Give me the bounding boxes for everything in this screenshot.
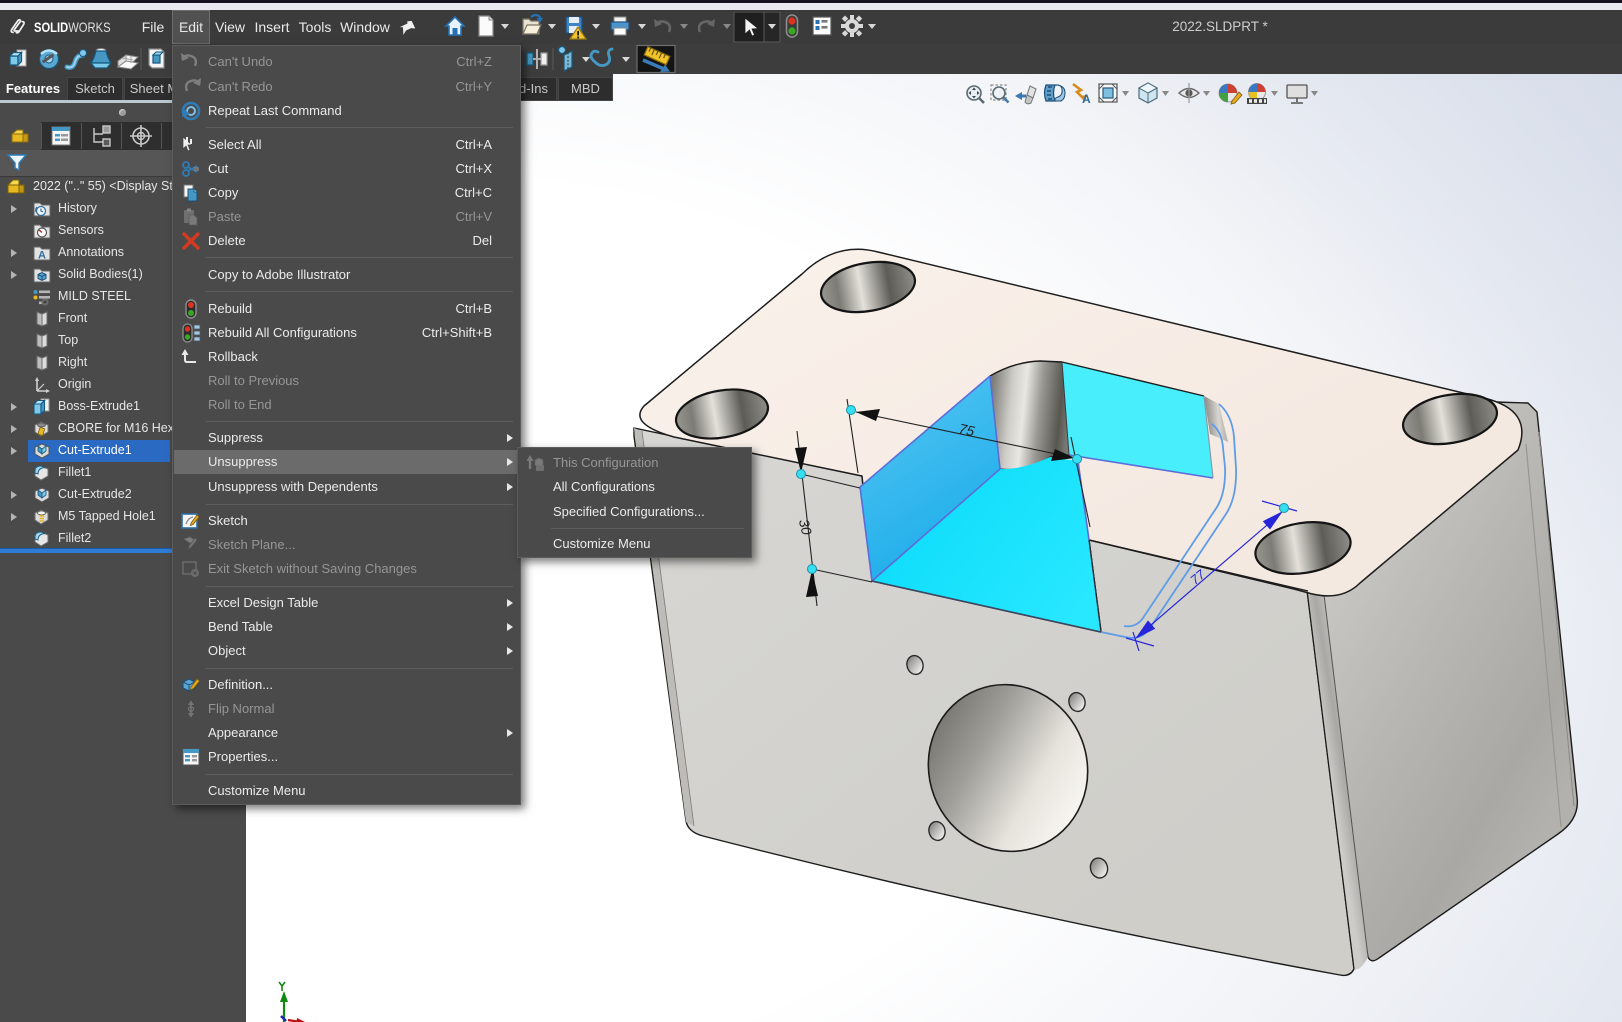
svg-text:A: A <box>38 250 46 262</box>
svg-text:A: A <box>1082 92 1091 106</box>
